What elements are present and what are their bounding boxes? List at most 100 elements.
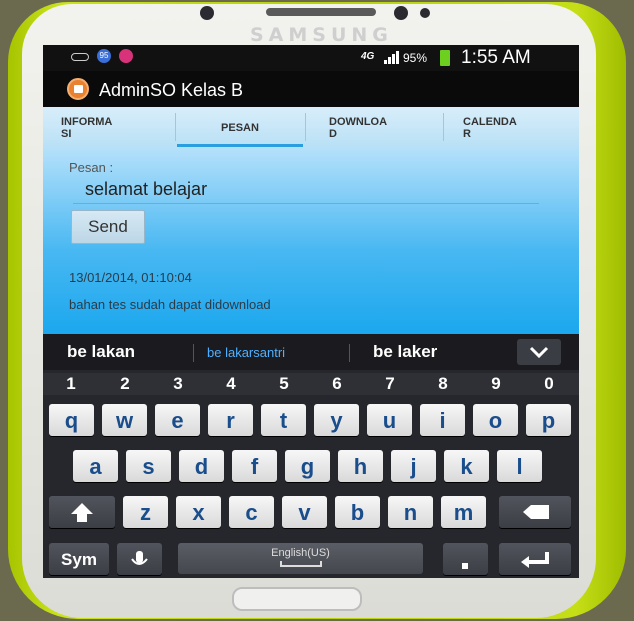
home-button[interactable] — [232, 587, 362, 611]
suggestion-divider — [193, 344, 194, 362]
key-m[interactable]: m — [441, 496, 486, 528]
signal-icon — [383, 50, 401, 64]
action-bar: AdminSO Kelas B — [43, 71, 579, 107]
notification-badge: 95 — [97, 49, 111, 63]
voicemail-icon — [71, 53, 89, 61]
message-timestamp: 13/01/2014, 01:10:04 — [69, 270, 192, 285]
key-i[interactable]: i — [420, 404, 465, 436]
key-l[interactable]: l — [497, 450, 542, 482]
app-title: AdminSO Kelas B — [99, 80, 244, 100]
key-7[interactable]: 7 — [364, 374, 416, 394]
tab-label-line1: CALENDA — [463, 116, 517, 128]
tab-label: PESAN — [221, 122, 259, 134]
key-2[interactable]: 2 — [99, 374, 151, 394]
key-0[interactable]: 0 — [523, 374, 575, 394]
shift-arrow-icon — [71, 503, 93, 522]
backspace-key[interactable] — [499, 496, 571, 528]
key-k[interactable]: k — [444, 450, 489, 482]
key-y[interactable]: y — [314, 404, 359, 436]
tab-label-line2: SI — [61, 128, 72, 140]
key-d[interactable]: d — [179, 450, 224, 482]
voice-input-key[interactable] — [117, 543, 162, 575]
key-q[interactable]: q — [49, 404, 94, 436]
tab-informasi[interactable]: INFORMA SI — [61, 107, 171, 147]
key-a[interactable]: a — [73, 450, 118, 482]
key-s[interactable]: s — [126, 450, 171, 482]
app-notification-icon — [119, 49, 133, 63]
brand-logo: SAMSUNG — [250, 24, 393, 46]
tab-label-line1: DOWNLOA — [329, 116, 388, 128]
key-4[interactable]: 4 — [205, 374, 257, 394]
key-5[interactable]: 5 — [258, 374, 310, 394]
collapse-suggestions-button[interactable] — [517, 339, 561, 365]
suggestion-bar: be lakan be lakarsantri be laker — [43, 334, 579, 370]
key-x[interactable]: x — [176, 496, 221, 528]
key-h[interactable]: h — [338, 450, 383, 482]
key-z[interactable]: z — [123, 496, 168, 528]
key-b[interactable]: b — [335, 496, 380, 528]
microphone-icon — [131, 551, 148, 565]
key-c[interactable]: c — [229, 496, 274, 528]
backspace-icon — [523, 505, 549, 519]
tab-divider — [175, 113, 176, 141]
tab-pesan[interactable]: PESAN — [177, 107, 303, 147]
key-j[interactable]: j — [391, 450, 436, 482]
sym-key[interactable]: Sym — [49, 543, 109, 575]
space-key[interactable]: English(US) — [178, 543, 423, 574]
key-6[interactable]: 6 — [311, 374, 363, 394]
message-input-value: selamat belajar — [85, 179, 208, 199]
tab-label-line1: INFORMA — [61, 116, 113, 128]
proximity-sensor — [200, 6, 214, 20]
space-bar-icon — [280, 561, 322, 567]
status-bar: 95 4G 95% 1:55 AM — [43, 45, 579, 71]
key-g[interactable]: g — [285, 450, 330, 482]
enter-key[interactable] — [499, 543, 571, 575]
key-1[interactable]: 1 — [45, 374, 97, 394]
message-text: bahan tes sudah dapat didownload — [69, 297, 271, 312]
key-3[interactable]: 3 — [152, 374, 204, 394]
earpiece-speaker — [266, 8, 376, 16]
front-camera — [394, 6, 408, 20]
tab-download[interactable]: DOWNLOA D — [329, 107, 439, 147]
keyboard-language-label: English(US) — [271, 547, 330, 559]
battery-icon — [440, 50, 450, 66]
app-icon[interactable] — [67, 78, 89, 100]
enter-arrow-icon — [521, 552, 549, 568]
key-o[interactable]: o — [473, 404, 518, 436]
suggestion-left[interactable]: be lakan — [67, 342, 135, 362]
tab-divider — [305, 113, 306, 141]
tab-bar: INFORMA SI PESAN DOWNLOA D CALENDA R — [43, 107, 579, 147]
key-t[interactable]: t — [261, 404, 306, 436]
key-f[interactable]: f — [232, 450, 277, 482]
sensor-dot — [420, 8, 430, 18]
key-n[interactable]: n — [388, 496, 433, 528]
message-panel: Pesan : selamat belajar Send 13/01/2014,… — [43, 147, 579, 334]
tab-divider — [443, 113, 444, 141]
shift-key[interactable] — [49, 496, 115, 528]
key-v[interactable]: v — [282, 496, 327, 528]
message-input[interactable]: selamat belajar — [73, 177, 539, 204]
suggestion-divider — [349, 344, 350, 362]
tab-label-line2: R — [463, 128, 471, 140]
key-u[interactable]: u — [367, 404, 412, 436]
key-p[interactable]: p — [526, 404, 571, 436]
network-type-label: 4G — [361, 51, 375, 62]
send-button[interactable]: Send — [71, 210, 145, 244]
clock: 1:55 AM — [461, 47, 531, 68]
chevron-down-icon — [529, 346, 549, 359]
suggestion-right[interactable]: be laker — [373, 342, 437, 362]
suggestion-middle[interactable]: be lakarsantri — [207, 345, 285, 360]
screen: 95 4G 95% 1:55 AM AdminSO Kelas B INFORM… — [43, 45, 579, 578]
on-screen-keyboard: 1 2 3 4 5 6 7 8 9 0 q w e r t y u i o p … — [43, 370, 579, 578]
key-e[interactable]: e — [155, 404, 200, 436]
number-row: 1 2 3 4 5 6 7 8 9 0 — [43, 373, 579, 395]
key-r[interactable]: r — [208, 404, 253, 436]
key-9[interactable]: 9 — [470, 374, 522, 394]
key-8[interactable]: 8 — [417, 374, 469, 394]
period-key[interactable] — [443, 543, 488, 575]
key-w[interactable]: w — [102, 404, 147, 436]
tab-label-line2: D — [329, 128, 337, 140]
tab-calendar[interactable]: CALENDA R — [463, 107, 573, 147]
period-glyph — [462, 563, 468, 569]
battery-percent: 95% — [403, 51, 428, 65]
